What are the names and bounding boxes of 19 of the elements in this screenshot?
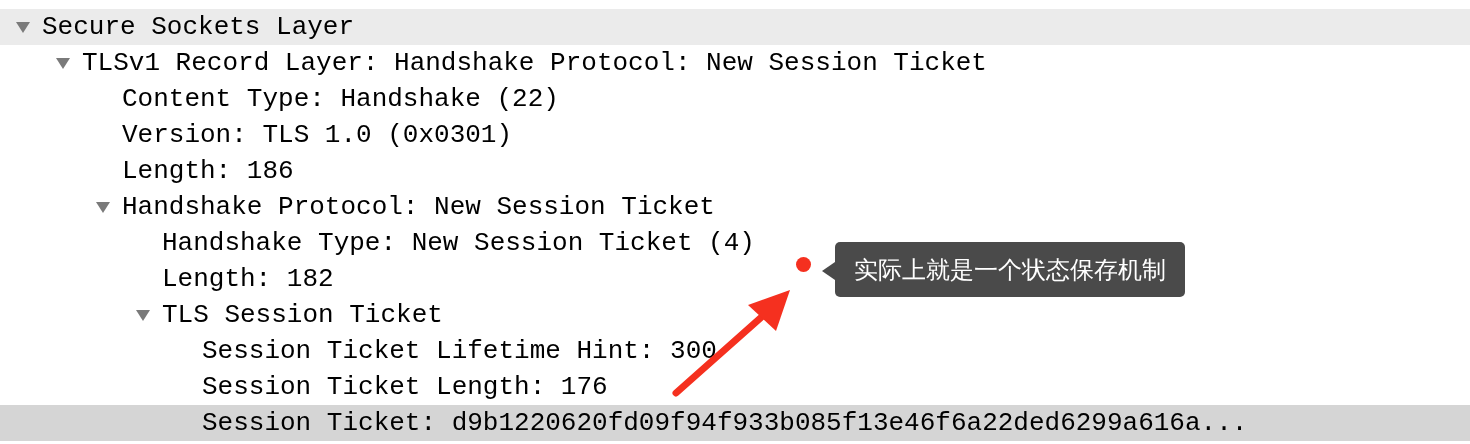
tree-label: TLS Session Ticket xyxy=(162,298,443,332)
tree-label: Secure Sockets Layer xyxy=(42,10,355,44)
tree-label: Length: 186 xyxy=(122,154,294,188)
tree-label: Handshake Protocol: New Session Ticket xyxy=(122,190,715,224)
tree-row[interactable]: Session Ticket: d9b1220620fd09f94f933b085f13e46f6a22ded6299a616a... xyxy=(0,405,1470,441)
callout-tooltip: 实际上就是一个状态保存机制 xyxy=(835,242,1185,297)
triangle-down-icon[interactable] xyxy=(95,200,111,214)
tree-label: Session Ticket: d9b1220620fd09f94f933b085f13e46f6a22ded6299a616a... xyxy=(202,406,1248,440)
triangle-down-icon[interactable] xyxy=(135,308,151,322)
triangle-down-icon[interactable] xyxy=(15,20,31,34)
tree-label: Length: 182 xyxy=(162,262,334,296)
tree-row[interactable]: Secure Sockets Layer xyxy=(0,9,1470,45)
triangle-down-icon[interactable] xyxy=(55,56,71,70)
tree-label: Version: TLS 1.0 (0x0301) xyxy=(122,118,513,152)
tree-label: Handshake Type: New Session Ticket (4) xyxy=(162,226,755,260)
tree-label: Content Type: Handshake (22) xyxy=(122,82,559,116)
tree-label: Session Ticket Lifetime Hint: 300 xyxy=(202,334,717,368)
tree-label: Session Ticket Length: 176 xyxy=(202,370,608,404)
tree-label: TLSv1 Record Layer: Handshake Protocol: New Session Ticket xyxy=(82,46,987,80)
